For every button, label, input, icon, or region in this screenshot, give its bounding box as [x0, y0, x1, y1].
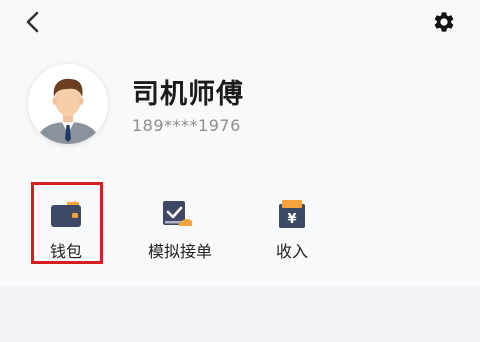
wallet-icon — [51, 201, 81, 227]
chevron-left-icon — [26, 11, 39, 33]
mock-order-icon — [163, 201, 192, 226]
mock-order-label: 模拟接单 — [147, 242, 212, 261]
income-button[interactable]: ¥ 收入 — [244, 190, 340, 266]
svg-text:¥: ¥ — [287, 212, 296, 227]
back-button[interactable] — [18, 8, 48, 36]
driver-name: 司机师傅 — [132, 79, 244, 110]
income-icon: ¥ — [279, 200, 305, 228]
wallet-button[interactable]: 钱包 — [18, 190, 114, 266]
driver-avatar-icon — [28, 64, 108, 144]
mock-order-button[interactable]: 模拟接单 — [132, 190, 228, 266]
phone-number: 189****1976 — [132, 116, 241, 135]
income-label: 收入 — [275, 242, 308, 261]
gear-icon — [434, 12, 454, 32]
profile-card: 司机师傅 189****1976 钱包 模拟接单 ¥ 收入 — [0, 0, 480, 287]
wallet-label: 钱包 — [49, 242, 82, 261]
avatar[interactable] — [28, 64, 108, 144]
settings-button[interactable] — [428, 6, 460, 38]
